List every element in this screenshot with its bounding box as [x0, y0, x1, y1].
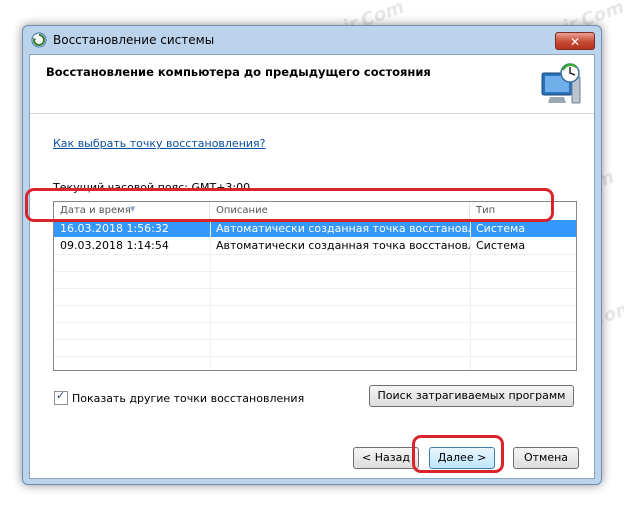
dialog-client-area: Восстановление компьютера до предыдущего…: [29, 54, 595, 479]
title-bar[interactable]: Восстановление системы ✕: [23, 26, 601, 54]
list-header: Дата и время ▼ Описание Тип: [54, 202, 576, 221]
grid-line: [54, 271, 576, 272]
column-header-type[interactable]: Тип: [470, 202, 576, 220]
row-date: 09.03.2018 1:14:54: [60, 239, 169, 252]
grid-line: [54, 254, 576, 255]
row-date: 16.03.2018 1:56:32: [60, 222, 169, 235]
column-line: [470, 220, 471, 370]
sort-arrow-icon: ▼: [130, 205, 136, 213]
restore-points-list[interactable]: Дата и время ▼ Описание Тип 16.03.2018 1…: [53, 201, 577, 371]
how-to-choose-restore-point-link[interactable]: Как выбрать точку восстановления?: [53, 137, 266, 150]
show-more-points-checkbox[interactable]: Показать другие точки восстановления: [54, 389, 305, 407]
checkbox-checked-icon[interactable]: [54, 389, 68, 405]
row-description: Автоматически созданная точка восстановл…: [216, 239, 470, 252]
grid-line: [54, 305, 576, 306]
next-button[interactable]: Далее >: [429, 447, 495, 469]
table-row[interactable]: 09.03.2018 1:14:54 Автоматически созданн…: [54, 237, 576, 254]
cancel-button[interactable]: Отмена: [513, 447, 579, 469]
grid-line: [54, 339, 576, 340]
grid-line: [54, 322, 576, 323]
close-button[interactable]: ✕: [555, 32, 595, 50]
column-line: [210, 220, 211, 370]
system-restore-icon: [31, 32, 47, 48]
page-title: Восстановление компьютера до предыдущего…: [46, 65, 431, 79]
grid-line: [54, 288, 576, 289]
column-header-description[interactable]: Описание: [210, 202, 470, 220]
row-type: Система: [476, 239, 526, 252]
window-title: Восстановление системы: [53, 33, 215, 47]
timezone-label: Текущий часовой пояс: GMT+3:00: [53, 181, 251, 194]
table-row[interactable]: 16.03.2018 1:56:32 Автоматически созданн…: [54, 220, 576, 237]
row-type: Система: [476, 222, 526, 235]
computer-restore-icon: [541, 63, 581, 104]
scan-affected-programs-button[interactable]: Поиск затрагиваемых программ: [369, 385, 574, 407]
column-header-date[interactable]: Дата и время ▼: [54, 202, 210, 220]
grid-line: [54, 356, 576, 357]
dialog-header: Восстановление компьютера до предыдущего…: [30, 55, 594, 114]
close-icon: ✕: [569, 35, 581, 49]
system-restore-window: Восстановление системы ✕ Восстановление …: [22, 25, 602, 485]
back-button[interactable]: < Назад: [353, 447, 419, 469]
row-description: Автоматически созданная точка восстановл…: [216, 222, 470, 235]
show-more-points-label: Показать другие точки восстановления: [72, 391, 305, 405]
